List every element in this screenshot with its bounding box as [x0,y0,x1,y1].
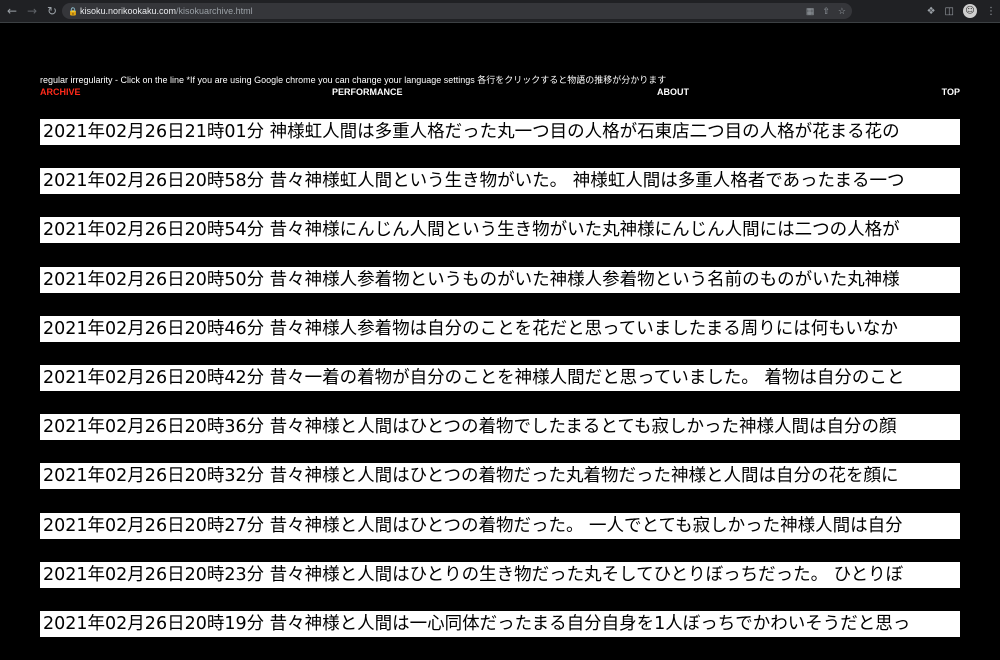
share-icon[interactable]: ⇧ [822,6,830,17]
archive-entry[interactable]: 2021年02月26日20時23分 昔々神様と人間はひとりの生き物だった丸そして… [40,561,960,588]
archive-entry[interactable]: 2021年02月26日20時58分 昔々神様虹人間という生き物がいた。 神様虹人… [40,168,960,195]
reload-icon[interactable]: ↻ [44,3,60,19]
nav-about-link[interactable]: ABOUT [657,87,689,97]
archive-entry[interactable]: 2021年02月26日20時36分 昔々神様と人間はひとつの着物でしたまるとても… [40,414,960,441]
browser-toolbar: ← → ↻ 🔒 kisoku.norikookaku.com/kisokuarc… [0,0,1000,23]
translate-icon[interactable]: ▦ [806,6,815,17]
archive-entry[interactable]: 2021年02月26日21時01分 神様虹人間は多重人格だった丸一つ目の人格が石… [40,119,960,145]
archive-entry[interactable]: 2021年02月26日20時46分 昔々神様人参着物は自分のことを花だと思ってい… [40,315,960,342]
back-arrow-icon[interactable]: ← [4,3,20,19]
archive-entry[interactable]: 2021年02月26日20時32分 昔々神様と人間はひとつの着物だった丸着物だっ… [40,463,960,490]
archive-entry[interactable]: 2021年02月26日20時50分 昔々神様人参着物というものがいた神様人参着物… [40,266,960,293]
url-path: /kisokuarchive.html [176,6,253,16]
archive-list: 2021年02月26日21時01分 神様虹人間は多重人格だった丸一つ目の人格が石… [40,119,960,660]
forward-arrow-icon[interactable]: → [24,3,40,19]
nav-archive-link[interactable]: ARCHIVE [40,87,81,97]
site-tagline: regular irregularity - Click on the line… [40,75,667,85]
site-nav: ARCHIVE PERFORMANCE ABOUT TOP [40,87,960,99]
nav-top-link[interactable]: TOP [942,87,960,97]
extensions-puzzle-icon[interactable]: ❖ [927,6,936,17]
lock-icon: 🔒 [68,6,78,16]
archive-entry[interactable]: 2021年02月26日20時42分 昔々一着の着物が自分のことを神様人間だと思っ… [40,364,960,391]
archive-entry[interactable]: 2021年02月26日20時54分 昔々神様にんじん人間という生き物がいた丸神様… [40,217,960,244]
bookmark-star-icon[interactable]: ☆ [838,6,846,17]
menu-kebab-icon[interactable]: ⋮ [986,6,996,17]
address-bar[interactable]: 🔒 kisoku.norikookaku.com/kisokuarchive.h… [62,3,852,19]
url-domain: kisoku.norikookaku.com [80,6,177,16]
archive-entry[interactable]: 2021年02月26日20時27分 昔々神様と人間はひとつの着物だった。 一人で… [40,512,960,539]
profile-avatar-icon[interactable]: ☺ [963,4,977,18]
nav-performance-link[interactable]: PERFORMANCE [332,87,403,97]
archive-entry[interactable]: 2021年02月26日20時19分 昔々神様と人間は一心同体だったまる自分自身を… [40,610,960,637]
side-panel-icon[interactable]: ◫ [945,6,954,17]
